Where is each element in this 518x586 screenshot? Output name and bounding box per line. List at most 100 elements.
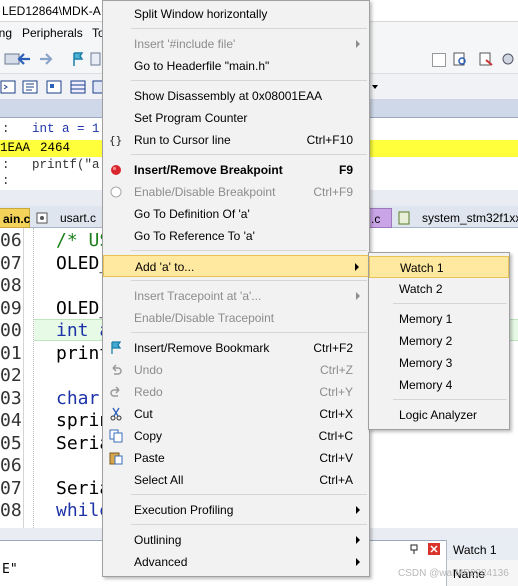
menu-item-insert-tracepoint-at-a[interactable]: Insert Tracepoint at 'a'... [103, 285, 369, 307]
menu-item-shortcut: F9 [338, 163, 353, 177]
menu-item-label: Copy [134, 429, 163, 443]
disasm-text: printf("a [32, 158, 100, 172]
menu-item-redo[interactable]: Redo Ctrl+Y [103, 381, 369, 403]
submenu-arrow-icon [355, 263, 359, 271]
watch-panel-tab[interactable]: Watch 1 [446, 540, 518, 560]
toolbar-icon[interactable] [0, 79, 16, 95]
menu-item-enable-disable-tracepoint[interactable]: Enable/Disable Tracepoint [103, 307, 369, 329]
submenu-item-watch-1[interactable]: Watch 1 [369, 256, 509, 278]
line-number: 02 [0, 365, 22, 386]
disasm-prefix: : [2, 122, 10, 136]
submenu-arrow-icon [356, 506, 360, 514]
disasm-prefix: 1EAA [0, 141, 31, 155]
submenu-item-memory-2[interactable]: Memory 2 [369, 330, 509, 352]
menu-item-insert-remove-bookmark[interactable]: Insert/Remove Bookmark Ctrl+F2 [103, 337, 369, 359]
submenu-item-label: Watch 2 [399, 282, 443, 296]
menu-item-undo[interactable]: Undo Ctrl+Z [103, 359, 369, 381]
registers-window-icon[interactable] [70, 79, 86, 95]
menu-item-label: Insert Tracepoint at 'a'... [134, 289, 262, 303]
menu-item-label: Advanced [134, 555, 188, 569]
menu-item-run-to-cursor-line[interactable]: {} Run to Cursor line Ctrl+F10 [103, 129, 369, 151]
menu-item-cut[interactable]: Cut Ctrl+X [103, 403, 369, 425]
line-number: 06 [0, 455, 22, 476]
menu-item-label: Select All [134, 473, 184, 487]
menu-item-label: Enable/Disable Breakpoint [134, 185, 276, 199]
disassembly-window-icon[interactable] [22, 79, 38, 95]
menu-separator [393, 303, 507, 304]
nav-back-icon[interactable] [16, 51, 32, 67]
line-number: 03 [0, 387, 22, 409]
settings-icon[interactable] [500, 51, 516, 67]
symbols-window-icon[interactable] [46, 79, 62, 95]
file-icon [36, 212, 48, 224]
menu-item-go-to-definition-of-a[interactable]: Go To Definition Of 'a' [103, 203, 369, 225]
menu-item-debug[interactable]: ing [0, 26, 12, 40]
menu-item-label: Insert '#include file' [134, 37, 236, 51]
menu-item-split-window-horizontally[interactable]: Split Window horizontally [103, 3, 369, 25]
menu-item-insert-remove-breakpoint[interactable]: Insert/Remove Breakpoint F9 [103, 159, 369, 181]
menu-item-shortcut: Ctrl+Z [320, 363, 353, 377]
menu-separator [393, 399, 507, 400]
menu-item-paste[interactable]: Paste Ctrl+V [103, 447, 369, 469]
line-number: 07 [0, 477, 22, 499]
find-in-files-icon[interactable] [478, 51, 494, 67]
disasm-line: : int a = 1 [2, 122, 100, 136]
menu-item-shortcut: Ctrl+F2 [313, 341, 353, 355]
menu-item-label: Add 'a' to... [135, 260, 195, 274]
menu-item-show-disassembly-at-0x08001eaa[interactable]: Show Disassembly at 0x08001EAA [103, 85, 369, 107]
menu-item-go-to-headerfile-main-h[interactable]: Go to Headerfile "main.h" [103, 55, 369, 77]
window-title: LED12864\MDK-A [2, 4, 101, 18]
menu-item-shortcut: Ctrl+Y [319, 385, 353, 399]
tab-main[interactable]: ain.c [0, 208, 30, 228]
submenu-item-memory-1[interactable]: Memory 1 [369, 308, 509, 330]
line-number: 01 [0, 342, 22, 364]
submenu-item-memory-3[interactable]: Memory 3 [369, 352, 509, 374]
redo-icon [109, 385, 123, 399]
menu-item-label: Outlining [134, 533, 182, 547]
close-icon[interactable] [428, 543, 440, 555]
breakpoint-icon [109, 163, 123, 177]
menu-item-peripherals[interactable]: Peripherals [22, 26, 83, 40]
menu-item-select-all[interactable]: Select All Ctrl+A [103, 469, 369, 491]
menu-separator [131, 28, 367, 29]
menu-item-enable-disable-breakpoint[interactable]: Enable/Disable Breakpoint Ctrl+F9 [103, 181, 369, 203]
cut-icon [109, 407, 123, 421]
menu-item-set-program-counter[interactable]: Set Program Counter [103, 107, 369, 129]
dropdown-arrow[interactable] [432, 53, 446, 67]
menu-item-label: Enable/Disable Tracepoint [134, 311, 275, 325]
menu-item-add-a-to[interactable]: Add 'a' to... [103, 255, 369, 277]
menu-item-execution-profiling[interactable]: Execution Profiling [103, 499, 369, 521]
dropdown-arrow[interactable] [370, 80, 380, 94]
bookmark-flag-icon[interactable] [70, 51, 86, 67]
menu-item-shortcut: Ctrl+V [319, 451, 353, 465]
submenu-item-watch-2[interactable]: Watch 2 [369, 278, 509, 300]
menu-item-label: Split Window horizontally [134, 7, 268, 21]
line-number: 08 [0, 500, 22, 521]
submenu-arrow-icon [356, 536, 360, 544]
submenu-item-label: Memory 2 [399, 334, 453, 348]
line-number: 09 [0, 297, 22, 319]
nav-forward-icon[interactable] [38, 51, 54, 67]
menu-item-label: Set Program Counter [134, 111, 248, 125]
menu-item-copy[interactable]: Copy Ctrl+C [103, 425, 369, 447]
submenu-item-label: Memory 1 [399, 312, 453, 326]
tab-system-stm32[interactable]: system_stm32f1xx.c [418, 208, 518, 228]
code-line: char [56, 387, 100, 409]
pin-icon[interactable] [408, 543, 420, 555]
menu-item-outlining[interactable]: Outlining [103, 529, 369, 551]
undo-icon [109, 363, 123, 377]
breakpoint-disabled-icon [109, 185, 123, 199]
menu-item-label: Run to Cursor line [134, 133, 231, 147]
menu-item-shortcut: Ctrl+C [318, 429, 353, 443]
submenu-item-label: Logic Analyzer [399, 408, 478, 422]
menu-item-advanced[interactable]: Advanced [103, 551, 369, 573]
menu-item-go-to-reference-to-a[interactable]: Go To Reference To 'a' [103, 225, 369, 247]
disasm-prefix: : [2, 174, 10, 188]
menu-item-insert-include-file[interactable]: Insert '#include file' [103, 33, 369, 55]
menu-item-shortcut: Ctrl+X [319, 407, 353, 421]
submenu-item-memory-4[interactable]: Memory 4 [369, 374, 509, 396]
submenu-item-label: Memory 4 [399, 378, 453, 392]
menu-separator [131, 154, 367, 155]
submenu-item-logic-analyzer[interactable]: Logic Analyzer [369, 404, 509, 426]
find-icon[interactable] [452, 51, 468, 67]
